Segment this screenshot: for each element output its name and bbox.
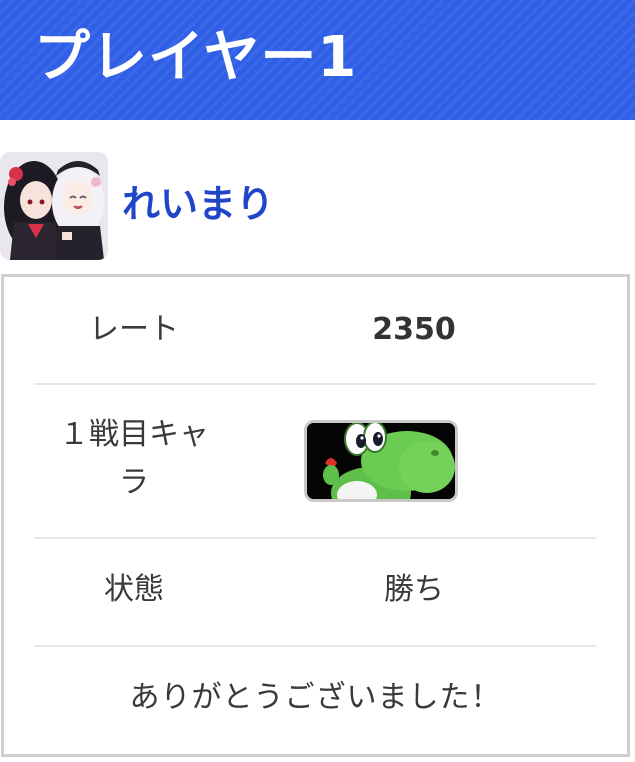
match-info-card: レート 2350 １戦目キャ ラ 状態 勝ち ありがとうございました！ — [1, 274, 630, 757]
status-row: 状態 勝ち — [34, 539, 596, 647]
thank-you-message: ありがとうございました！ — [129, 680, 502, 715]
character-label: １戦目キャ ラ — [34, 411, 234, 507]
status-label: 状態 — [104, 572, 164, 607]
rate-row: レート 2350 — [34, 303, 596, 385]
avatar[interactable] — [0, 152, 108, 260]
page-header: プレイヤー1 — [0, 0, 635, 120]
player-profile: れいまり — [0, 150, 635, 262]
status-value: 勝ち — [384, 572, 444, 607]
rate-value: 2350 — [372, 312, 456, 347]
character-label-line1: １戦目キャ — [59, 417, 209, 452]
rate-label: レート — [89, 312, 179, 347]
page-title: プレイヤー1 — [34, 25, 358, 90]
player-name: れいまり — [122, 182, 275, 226]
user-avatar-illustration-icon — [0, 152, 108, 260]
character-image[interactable] — [304, 420, 458, 502]
yoshi-character-icon — [307, 423, 455, 499]
character-label-line2: ラ — [119, 465, 149, 500]
